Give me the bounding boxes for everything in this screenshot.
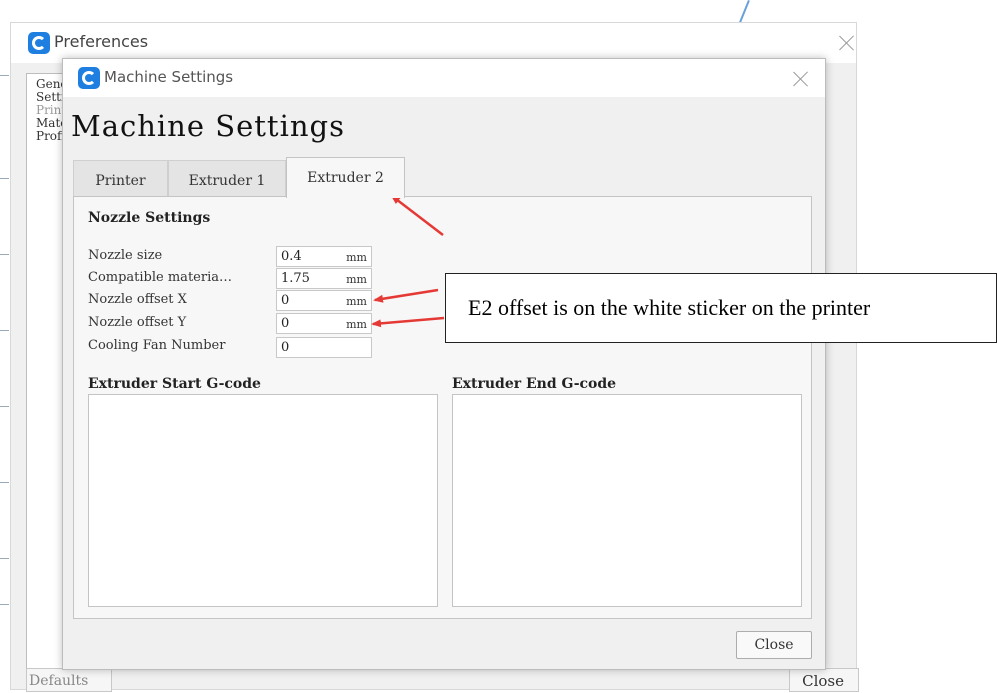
compatible-material-label: Compatible materia… <box>88 270 232 285</box>
nozzle-size-label: Nozzle size <box>88 248 163 263</box>
compatible-material-input[interactable]: 1.75 mm <box>276 268 372 289</box>
preferences-close-button[interactable]: Close <box>789 668 859 692</box>
nozzle-offset-x-value: 0 <box>281 293 290 308</box>
unit-label: mm <box>346 251 367 264</box>
defaults-button[interactable]: Defaults <box>26 668 112 692</box>
nozzle-offset-y-label: Nozzle offset Y <box>88 315 187 330</box>
page-title: Machine Settings <box>71 109 345 143</box>
nozzle-settings-title: Nozzle Settings <box>88 210 211 226</box>
close-button[interactable]: Close <box>736 631 812 659</box>
tab-extruder-2[interactable]: Extruder 2 <box>286 157 405 198</box>
cooling-fan-number-input[interactable]: 0 <box>276 337 372 358</box>
compatible-material-value: 1.75 <box>281 271 310 286</box>
unit-label: mm <box>346 318 367 331</box>
nozzle-offset-x-label: Nozzle offset X <box>88 292 187 307</box>
close-icon[interactable] <box>836 32 858 54</box>
start-gcode-textarea[interactable] <box>88 394 438 607</box>
cooling-fan-number-label: Cooling Fan Number <box>88 338 226 353</box>
unit-label: mm <box>346 295 367 308</box>
cura-logo-icon <box>28 32 50 54</box>
nozzle-offset-x-input[interactable]: 0 mm <box>276 290 372 311</box>
end-gcode-textarea[interactable] <box>452 394 802 607</box>
dialog-window-title: Machine Settings <box>104 68 234 86</box>
machine-settings-dialog: Machine Settings Machine Settings Printe… <box>62 58 826 670</box>
start-gcode-title: Extruder Start G-code <box>88 376 261 392</box>
end-gcode-title: Extruder End G-code <box>452 376 617 392</box>
cura-logo-icon <box>78 67 100 89</box>
tab-printer[interactable]: Printer <box>73 160 168 197</box>
tab-extruder-1[interactable]: Extruder 1 <box>168 160 286 197</box>
nozzle-size-value: 0.4 <box>281 249 302 264</box>
cooling-fan-number-value: 0 <box>281 340 290 355</box>
annotation-callout: E2 offset is on the white sticker on the… <box>445 273 997 343</box>
close-icon[interactable] <box>790 68 812 90</box>
preferences-titlebar[interactable]: Preferences <box>11 23 856 63</box>
nozzle-size-input[interactable]: 0.4 mm <box>276 246 372 267</box>
machine-settings-titlebar[interactable]: Machine Settings <box>63 59 825 97</box>
unit-label: mm <box>346 273 367 286</box>
background-ruler <box>0 0 10 688</box>
nozzle-offset-y-input[interactable]: 0 mm <box>276 313 372 334</box>
extruder-2-panel: Nozzle Settings Nozzle size 0.4 mm Compa… <box>73 196 812 619</box>
nozzle-offset-y-value: 0 <box>281 316 290 331</box>
preferences-title: Preferences <box>54 32 149 51</box>
